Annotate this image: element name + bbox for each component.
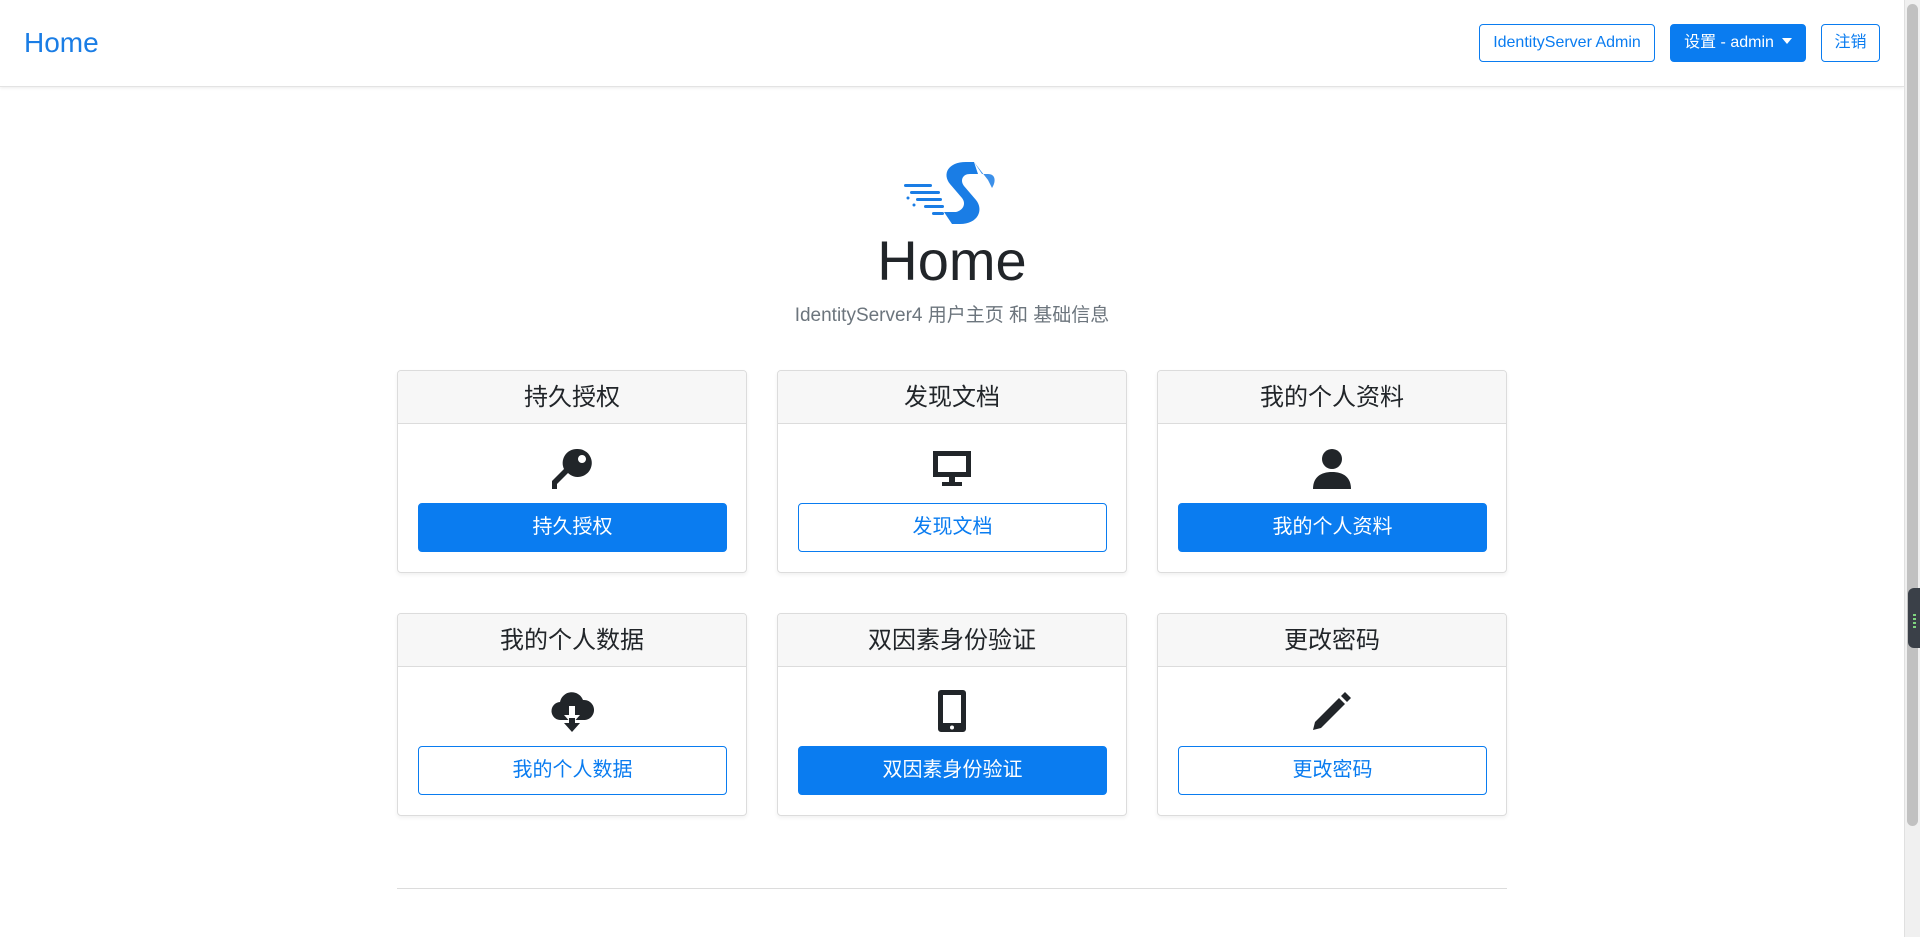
page-subtitle: IdentityServer4 用户主页 和 基础信息 xyxy=(794,305,1110,326)
footer-divider xyxy=(397,888,1507,889)
brand-home-link[interactable]: Home xyxy=(24,26,99,60)
discovery-document-button[interactable]: 发现文档 xyxy=(798,503,1107,552)
user-icon xyxy=(1313,449,1351,489)
card-two-factor-auth: 双因素身份验证 双因素身份验证 xyxy=(777,613,1127,816)
top-navbar: Home IdentityServer Admin 设置 - admin 注销 xyxy=(0,0,1904,87)
page-scrollbar[interactable] xyxy=(1904,0,1920,937)
scrollbar-thumb[interactable] xyxy=(1907,4,1918,826)
card-persisted-grants: 持久授权 持久授权 xyxy=(397,370,747,573)
logout-button[interactable]: 注销 xyxy=(1821,24,1880,62)
card-title: 更改密码 xyxy=(1158,614,1506,667)
card-my-profile: 我的个人资料 我的个人资料 xyxy=(1157,370,1507,573)
smartphone-icon xyxy=(938,690,966,732)
my-profile-button[interactable]: 我的个人资料 xyxy=(1178,503,1487,552)
card-title: 我的个人数据 xyxy=(398,614,746,667)
monitor-icon xyxy=(933,451,971,486)
card-title: 持久授权 xyxy=(398,371,746,424)
app-logo-icon xyxy=(904,162,995,224)
settings-dropdown-label: 设置 - admin xyxy=(1684,34,1774,51)
side-panel-handle[interactable] xyxy=(1908,588,1920,648)
persisted-grants-button[interactable]: 持久授权 xyxy=(418,503,727,552)
change-password-button[interactable]: 更改密码 xyxy=(1178,746,1487,795)
settings-dropdown-button[interactable]: 设置 - admin xyxy=(1670,24,1806,62)
card-title: 双因素身份验证 xyxy=(778,614,1126,667)
personal-data-button[interactable]: 我的个人数据 xyxy=(418,746,727,795)
card-personal-data: 我的个人数据 我的个人数据 xyxy=(397,613,747,816)
caret-down-icon xyxy=(1781,38,1792,44)
card-discovery-document: 发现文档 发现文档 xyxy=(777,370,1127,573)
card-title: 我的个人资料 xyxy=(1158,371,1506,424)
cloud-download-icon xyxy=(551,692,595,732)
card-title: 发现文档 xyxy=(778,371,1126,424)
identityserver-admin-button[interactable]: IdentityServer Admin xyxy=(1479,24,1655,62)
two-factor-auth-button[interactable]: 双因素身份验证 xyxy=(798,746,1107,795)
key-icon xyxy=(552,448,592,489)
card-change-password: 更改密码 更改密码 xyxy=(1157,613,1507,816)
pencil-icon xyxy=(1313,692,1351,730)
page-title: Home xyxy=(877,229,1027,292)
